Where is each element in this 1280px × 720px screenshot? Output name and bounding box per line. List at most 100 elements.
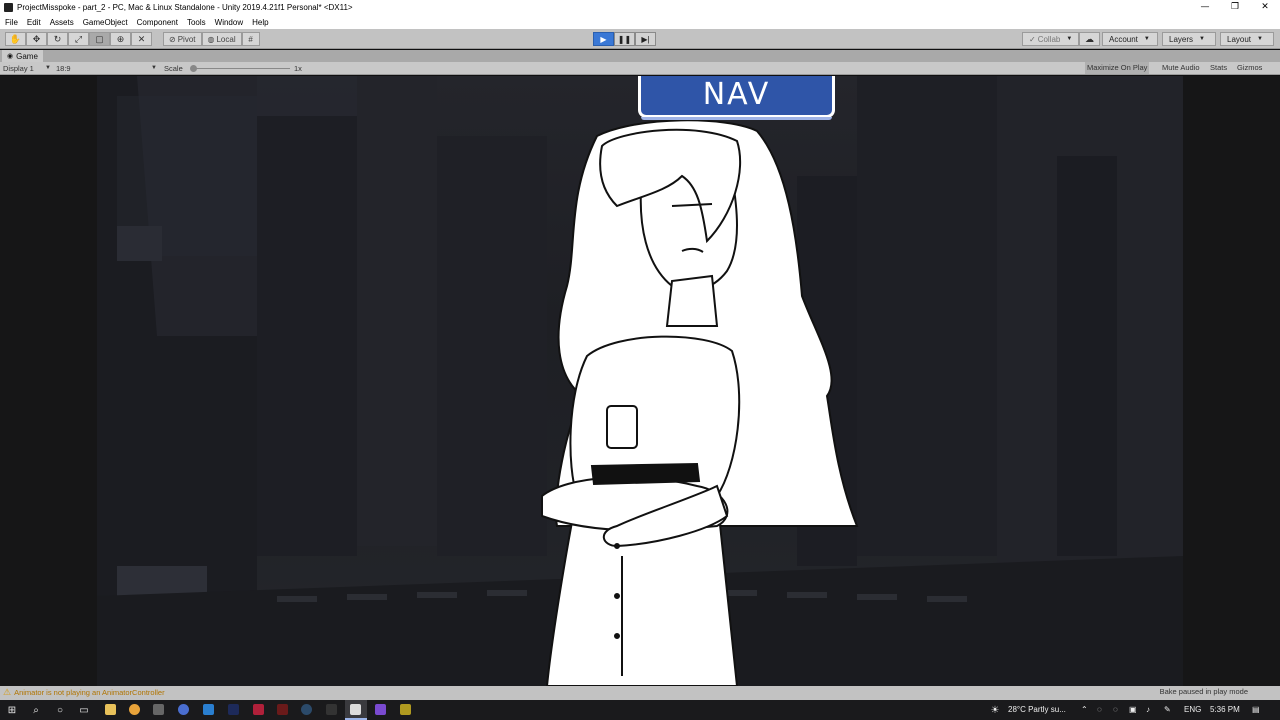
rotate-tool-button[interactable]: ↻ [47,32,68,46]
game-view[interactable]: NAV [0,76,1280,686]
unity-editor-icon[interactable] [350,704,361,715]
minimize-button[interactable]: — [1190,0,1220,15]
rect-icon: ▢ [95,33,104,44]
speaker-icon[interactable]: ♪ [1146,700,1150,720]
check-icon: ✓ [1029,34,1036,44]
menu-gameobject[interactable]: GameObject [83,18,128,27]
layers-group: Layers ▼ [1162,32,1216,46]
tab-game[interactable]: ◉ Game [2,50,43,62]
menu-bar: File Edit Assets GameObject Component To… [0,15,1280,29]
menu-edit[interactable]: Edit [27,18,41,27]
account-label: Account [1109,34,1138,44]
menu-assets[interactable]: Assets [50,18,74,27]
console-warning[interactable]: ⚠ Animator is not playing an AnimatorCon… [3,687,165,698]
collab-dropdown[interactable]: ✓ Collab ▼ [1022,32,1080,46]
game-view-toolbar: Display 1 ▼ 18:9 ▼ Scale 1x Maximize On … [0,62,1280,75]
window-title: ProjectMisspoke - part_2 - PC, Mac & Lin… [17,3,353,12]
task-view-icon: ▭ [79,704,89,716]
stats-toggle[interactable]: Stats [1208,62,1229,74]
display-dropdown[interactable]: Display 1 [3,63,34,74]
scale-value: 1x [294,64,302,73]
circle-icon: ○ [56,704,64,716]
menu-help[interactable]: Help [252,18,268,27]
scale-label: Scale [164,64,183,73]
mute-audio-toggle[interactable]: Mute Audio [1160,62,1202,74]
nav-sign[interactable]: NAV [638,76,835,120]
transform-tool-button[interactable]: ⊕ [110,32,131,46]
menu-file[interactable]: File [5,18,18,27]
file-explorer-icon[interactable] [105,704,116,715]
bake-status: Bake paused in play mode [1159,687,1248,696]
show-hidden-icons-icon[interactable]: ⌃ [1081,700,1088,720]
caret-down-icon: ▼ [1143,36,1150,42]
play-button[interactable]: ▶ [593,32,614,46]
scale-slider-track[interactable] [193,68,290,69]
pivot-toggle[interactable]: ⊘ Pivot [163,32,202,46]
visual-studio-icon[interactable] [375,704,386,715]
maximize-button[interactable]: ❐ [1220,0,1250,15]
caret-down-icon: ▼ [1066,36,1073,42]
photoshop-icon[interactable] [228,704,239,715]
pause-icon: ❚❚ [617,34,632,44]
tray-icon[interactable]: ◌ [1113,700,1118,720]
chrome-icon[interactable] [129,704,140,715]
grid-snap-toggle[interactable]: # [241,32,260,46]
pause-button[interactable]: ❚❚ [614,32,635,46]
tab-game-label: Game [16,51,38,61]
menu-tools[interactable]: Tools [187,18,206,27]
language-indicator[interactable]: ENG [1184,700,1201,720]
layers-dropdown[interactable]: Layers ▼ [1162,32,1216,46]
tray-icon[interactable]: ▣ [1129,700,1137,720]
custom-tool-button[interactable]: ✕ [131,32,152,46]
local-toggle[interactable]: ◍ Local [201,32,242,46]
close-button[interactable]: ✕ [1250,0,1280,15]
cloud-group: ☁ [1079,32,1100,46]
acrobat-icon[interactable] [277,704,288,715]
play-controls: ▶ ❚❚ ▶| [593,32,656,46]
scale-tool-button[interactable]: ⤢ [68,32,89,46]
tray-icon[interactable]: ◌ [1097,700,1102,720]
warning-icon: ⚠ [3,687,12,697]
search-button[interactable]: ⌕ [29,703,43,717]
steam-icon[interactable] [301,704,312,715]
weather-text[interactable]: 28°C Partly su... [1008,700,1066,720]
aspect-dropdown[interactable]: 18:9 [56,63,71,74]
rect-tool-button[interactable]: ▢ [89,32,110,46]
indesign-icon[interactable] [253,704,264,715]
discord-icon[interactable] [178,704,189,715]
app-icon-yellow[interactable] [400,704,411,715]
scale-icon: ⤢ [74,33,83,44]
app-icon[interactable] [153,704,164,715]
clock[interactable]: 5:36 PM [1210,700,1240,720]
pen-icon[interactable]: ✎ [1164,700,1171,720]
transform-icon: ⊕ [116,33,125,44]
menu-window[interactable]: Window [215,18,243,27]
layout-label: Layout [1227,34,1252,44]
unity-hub-icon[interactable] [326,704,337,715]
menu-component[interactable]: Component [137,18,178,27]
hand-tool-button[interactable]: ✋ [5,32,26,46]
unity-app-icon [4,3,13,12]
maximize-on-play-toggle[interactable]: Maximize On Play [1085,62,1150,74]
step-button[interactable]: ▶| [635,32,656,46]
cloud-button[interactable]: ☁ [1079,32,1100,46]
game-tab-bar: ◉ Game [0,50,1280,62]
caret-down-icon: ▼ [1199,36,1205,42]
move-tool-button[interactable]: ✥ [26,32,47,46]
warning-text: Animator is not playing an AnimatorContr… [14,688,165,697]
account-dropdown[interactable]: Account ▼ [1102,32,1158,46]
cloud-icon: ☁ [1085,33,1094,44]
collab-label: Collab [1037,34,1061,44]
gizmos-dropdown[interactable]: Gizmos [1235,62,1264,74]
window-title-bar: ProjectMisspoke - part_2 - PC, Mac & Lin… [0,0,1280,15]
task-view-button[interactable]: ▭ [77,703,91,717]
visual-studio-code-icon[interactable] [203,704,214,715]
notification-icon[interactable]: ▤ [1252,700,1260,720]
scale-slider-thumb[interactable] [190,65,197,72]
nav-sign-label: NAV [702,77,771,112]
wrench-icon: ✕ [137,33,146,44]
windows-start-button[interactable]: ⊞ [5,703,19,717]
layout-dropdown[interactable]: Layout ▼ [1220,32,1274,46]
weather-icon: ☀ [988,703,1002,717]
cortana-button[interactable]: ○ [53,703,67,717]
